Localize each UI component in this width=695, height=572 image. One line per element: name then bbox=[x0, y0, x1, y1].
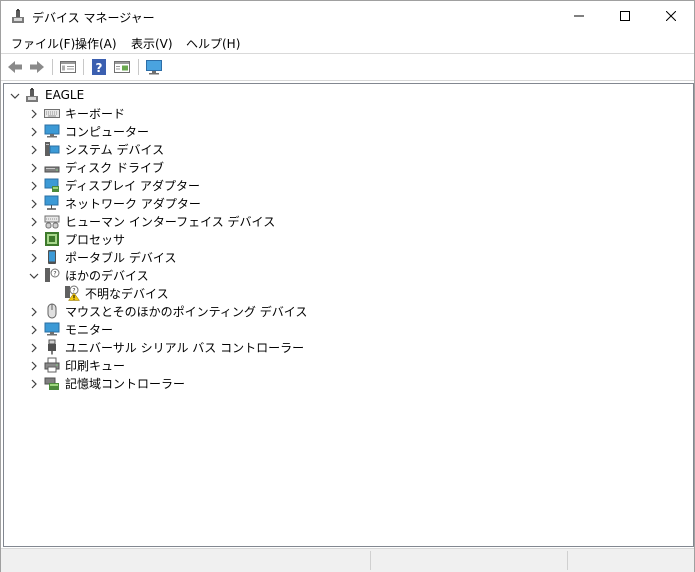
hid-icon bbox=[44, 215, 60, 229]
keyboard-icon bbox=[44, 109, 60, 118]
unknown-device-warning-icon: ? bbox=[65, 285, 80, 301]
tree-item-label: 印刷キュー bbox=[65, 358, 126, 373]
disk-drive-icon bbox=[44, 166, 60, 173]
monitor-icon bbox=[44, 322, 60, 336]
chevron-down-icon[interactable] bbox=[29, 271, 39, 281]
menu-help[interactable]: ヘルプ(H) bbox=[186, 35, 240, 52]
status-bar bbox=[1, 548, 694, 572]
other-device-icon: ? bbox=[45, 268, 60, 282]
menu-view[interactable]: 表示(V) bbox=[131, 35, 173, 52]
processor-icon bbox=[45, 232, 59, 246]
svg-text:?: ? bbox=[53, 271, 56, 278]
toolbar: ? bbox=[1, 54, 694, 81]
tree-item-label: ディスプレイ アダプター bbox=[65, 178, 200, 193]
toolbar-separator bbox=[138, 59, 139, 75]
tree-item-processors[interactable]: プロセッサ bbox=[44, 230, 125, 248]
device-manager-app-icon bbox=[12, 9, 24, 23]
device-tree[interactable]: EAGLE キーボード コンピューター システム デバイス ディスク ドライブ … bbox=[3, 83, 694, 547]
help-icon[interactable]: ? bbox=[90, 58, 108, 76]
maximize-icon bbox=[620, 11, 630, 21]
title-bar[interactable]: デバイス マネージャー bbox=[1, 1, 694, 31]
tree-item-label: モニター bbox=[65, 322, 114, 337]
tree-item-other-devices[interactable]: ? ほかのデバイス bbox=[44, 266, 149, 284]
tree-item-portable-devices[interactable]: ポータブル デバイス bbox=[44, 248, 176, 266]
tree-item-label: キーボード bbox=[65, 106, 126, 121]
chevron-right-icon[interactable] bbox=[29, 307, 39, 317]
tree-item-label: コンピューター bbox=[65, 124, 150, 139]
chevron-right-icon[interactable] bbox=[29, 343, 39, 353]
tree-item-label: プロセッサ bbox=[65, 232, 126, 247]
tree-item-display-adapters[interactable]: ディスプレイ アダプター bbox=[44, 176, 200, 194]
minimize-icon bbox=[574, 15, 584, 17]
back-arrow-icon[interactable] bbox=[6, 58, 24, 76]
tree-item-label: ユニバーサル シリアル バス コントローラー bbox=[65, 340, 305, 355]
view-icon[interactable] bbox=[113, 58, 131, 76]
toolbar-separator bbox=[52, 59, 53, 75]
tree-item-label: マウスとそのほかのポインティング デバイス bbox=[65, 304, 308, 319]
chevron-right-icon[interactable] bbox=[29, 235, 39, 245]
tree-item-storage-controllers[interactable]: 記憶域コントローラー bbox=[44, 374, 185, 392]
chevron-down-icon[interactable] bbox=[10, 91, 20, 101]
chevron-right-icon[interactable] bbox=[29, 127, 39, 137]
chevron-right-icon[interactable] bbox=[29, 109, 39, 119]
menu-action[interactable]: 操作(A) bbox=[75, 35, 117, 52]
tree-item-usb-controllers[interactable]: ユニバーサル シリアル バス コントローラー bbox=[44, 338, 304, 356]
chevron-right-icon[interactable] bbox=[29, 181, 39, 191]
chevron-right-icon[interactable] bbox=[29, 379, 39, 389]
chevron-right-icon[interactable] bbox=[29, 145, 39, 155]
chevron-right-icon[interactable] bbox=[29, 163, 39, 173]
svg-text:?: ? bbox=[96, 61, 103, 75]
computer-icon bbox=[44, 124, 60, 138]
close-button[interactable] bbox=[648, 1, 694, 31]
system-device-icon bbox=[45, 142, 60, 156]
tree-item-label: ほかのデバイス bbox=[65, 268, 149, 283]
minimize-button[interactable] bbox=[556, 1, 602, 31]
printer-icon bbox=[44, 357, 60, 373]
tree-item-unknown-device[interactable]: ? 不明なデバイス bbox=[64, 284, 169, 302]
mouse-icon bbox=[47, 303, 57, 319]
status-pane-divider bbox=[567, 551, 568, 570]
close-icon bbox=[666, 11, 676, 21]
tree-root-eagle[interactable]: EAGLE bbox=[24, 86, 84, 104]
chevron-right-icon[interactable] bbox=[29, 325, 39, 335]
tree-item-label: ポータブル デバイス bbox=[65, 250, 177, 265]
display-adapter-icon bbox=[44, 178, 59, 192]
tree-item-computer[interactable]: コンピューター bbox=[44, 122, 149, 140]
tree-item-label: 記憶域コントローラー bbox=[65, 376, 186, 391]
menu-file[interactable]: ファイル(F) bbox=[11, 35, 75, 52]
device-manager-window: デバイス マネージャー ファイル(F) 操作(A) 表示(V) ヘルプ(H) ?… bbox=[0, 0, 695, 572]
tree-item-keyboard[interactable]: キーボード bbox=[44, 104, 125, 122]
tree-root-label: EAGLE bbox=[45, 88, 85, 102]
status-pane-divider bbox=[370, 551, 371, 570]
tree-item-label: 不明なデバイス bbox=[85, 286, 169, 301]
window-title: デバイス マネージャー bbox=[32, 11, 155, 25]
tree-item-mice[interactable]: マウスとそのほかのポインティング デバイス bbox=[44, 302, 307, 320]
forward-arrow-icon[interactable] bbox=[28, 58, 46, 76]
tree-item-label: ネットワーク アダプター bbox=[65, 196, 201, 211]
computer-root-icon bbox=[26, 88, 38, 102]
tree-item-monitors[interactable]: モニター bbox=[44, 320, 113, 338]
chevron-right-icon[interactable] bbox=[29, 199, 39, 209]
properties-icon[interactable] bbox=[59, 58, 77, 76]
monitor-scan-icon[interactable] bbox=[145, 58, 163, 76]
network-adapter-icon bbox=[44, 195, 59, 210]
tree-item-system-devices[interactable]: システム デバイス bbox=[44, 140, 164, 158]
tree-item-disk-drives[interactable]: ディスク ドライブ bbox=[44, 158, 164, 176]
tree-item-label: ヒューマン インターフェイス デバイス bbox=[65, 214, 276, 229]
portable-device-icon bbox=[48, 250, 56, 264]
chevron-right-icon[interactable] bbox=[29, 217, 39, 227]
maximize-button[interactable] bbox=[602, 1, 648, 31]
toolbar-separator bbox=[83, 59, 84, 75]
chevron-right-icon[interactable] bbox=[29, 253, 39, 263]
storage-controller-icon bbox=[44, 377, 59, 390]
chevron-right-icon[interactable] bbox=[29, 361, 39, 371]
tree-item-network-adapters[interactable]: ネットワーク アダプター bbox=[44, 194, 201, 212]
menu-bar: ファイル(F) 操作(A) 表示(V) ヘルプ(H) bbox=[1, 31, 694, 54]
tree-item-label: ディスク ドライブ bbox=[65, 160, 164, 175]
tree-item-print-queues[interactable]: 印刷キュー bbox=[44, 356, 125, 374]
tree-item-hid[interactable]: ヒューマン インターフェイス デバイス bbox=[44, 212, 275, 230]
tree-item-label: システム デバイス bbox=[65, 142, 165, 157]
usb-icon bbox=[48, 339, 56, 355]
